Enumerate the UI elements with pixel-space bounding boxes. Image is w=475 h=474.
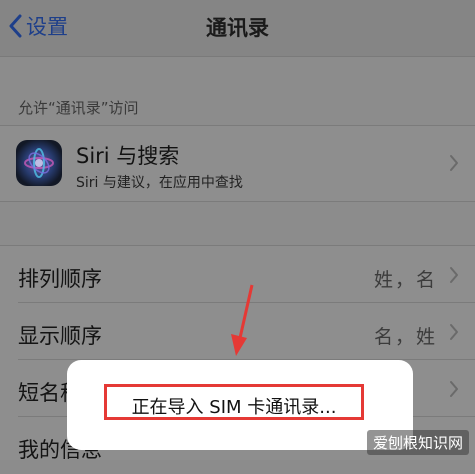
highlight-box: 正在导入 SIM 卡通讯录... bbox=[104, 384, 364, 420]
import-status-text: 正在导入 SIM 卡通讯录... bbox=[131, 397, 337, 418]
watermark-logo: 爱刨根知识网 bbox=[366, 430, 469, 455]
import-progress-dialog: 正在导入 SIM 卡通讯录... bbox=[67, 360, 413, 450]
